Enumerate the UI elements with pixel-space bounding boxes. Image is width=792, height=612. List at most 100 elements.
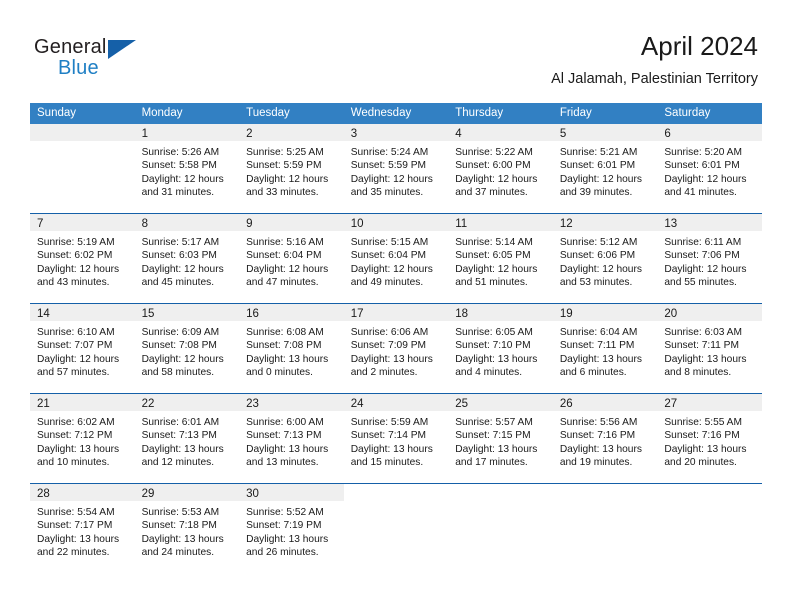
calendar-day-cell[interactable]: 8 Sunrise: 5:17 AM Sunset: 6:03 PM Daylight… [134,214,240,303]
sunset-text: Sunset: 6:01 PM [664,160,740,172]
daylight-text: and 45 minutes. [141,276,215,288]
day-number: 7 [37,218,44,230]
calendar-day-cell[interactable]: 17 Sunrise: 6:06 AM Sunset: 7:09 PM Dayligh… [343,304,449,393]
daylight-text: Daylight: 12 hours [455,263,538,275]
calendar-day-cell[interactable]: 11 Sunrise: 5:14 AM Sunset: 6:05 PM Dayligh… [448,214,553,303]
calendar-day-cell[interactable]: 29 Sunrise: 5:53 AM Sunset: 7:18 PM Dayligh… [134,484,240,573]
daylight-text: Daylight: 13 hours [141,443,224,455]
daylight-text: and 39 minutes. [559,186,633,198]
calendar-day-cell[interactable]: 27 Sunrise: 5:55 AM Sunset: 7:16 PM Dayligh… [657,394,762,483]
calendar-page: General Blue April 2024 Al Jalamah, Pale… [0,0,792,612]
day-number-band: 16 [239,304,344,321]
sunset-text: Sunset: 7:11 PM [559,340,635,352]
day-details: Sunrise: 5:16 AM Sunset: 6:04 PM Daylight:… [239,231,344,289]
calendar-day-cell[interactable]: 2 Sunrise: 5:25 AM Sunset: 5:59 PM Daylight… [239,124,344,213]
calendar-day-cell[interactable]: 6 Sunrise: 5:20 AM Sunset: 6:01 PM Daylight… [657,124,762,213]
daylight-text: Daylight: 13 hours [664,443,747,455]
weekday-header-saturday: Saturday [664,107,711,119]
daylight-text: Daylight: 13 hours [37,443,120,455]
calendar-day-cell[interactable]: 21 Sunrise: 6:02 AM Sunset: 7:12 PM Dayligh… [30,394,135,483]
calendar-day-cell[interactable]: 1 Sunrise: 5:26 AM Sunset: 5:58 PM Daylight… [134,124,240,213]
day-number-band [553,484,658,501]
calendar-day-cell[interactable]: 18 Sunrise: 6:05 AM Sunset: 7:10 PM Dayligh… [448,304,553,393]
calendar-day-cell[interactable]: 10 Sunrise: 5:15 AM Sunset: 6:04 PM Dayligh… [343,214,449,303]
day-details: Sunrise: 6:05 AM Sunset: 7:10 PM Daylight:… [448,321,553,379]
calendar-day-cell[interactable]: 28 Sunrise: 5:54 AM Sunset: 7:17 PM Dayligh… [30,484,135,573]
daylight-text: Daylight: 13 hours [664,353,747,365]
day-number-band: 18 [448,304,553,321]
calendar-day-cell[interactable]: 30 Sunrise: 5:52 AM Sunset: 7:19 PM Dayligh… [239,484,344,573]
day-number: 17 [350,308,364,320]
calendar-day-cell[interactable]: 22 Sunrise: 6:01 AM Sunset: 7:13 PM Dayligh… [134,394,240,483]
calendar-day-cell[interactable]: 23 Sunrise: 6:00 AM Sunset: 7:13 PM Dayligh… [239,394,344,483]
title-block: April 2024 Al Jalamah, Palestinian Terri… [551,30,758,88]
sunrise-text: Sunrise: 5:56 AM [559,417,638,428]
day-number-band: 14 [30,304,135,321]
calendar-day-cell[interactable]: 4 Sunrise: 5:22 AM Sunset: 6:00 PM Daylight… [448,124,553,213]
sunset-text: Sunset: 7:16 PM [664,430,740,442]
sunset-text: Sunset: 7:09 PM [350,340,427,352]
calendar-day-cell[interactable]: 16 Sunrise: 6:08 AM Sunset: 7:08 PM Dayligh… [239,304,344,393]
day-number-band: 27 [657,394,762,411]
sunset-text: Sunset: 6:04 PM [246,250,322,262]
calendar-day-cell[interactable]: 14 Sunrise: 6:10 AM Sunset: 7:07 PM Dayligh… [30,304,135,393]
day-number: 3 [350,128,358,140]
brand-name-blue: Blue [58,57,99,79]
day-number-band [344,484,449,501]
sunrise-text: Sunrise: 5:21 AM [559,147,638,158]
sunset-text: Sunset: 7:10 PM [455,340,531,352]
sunrise-text: Sunrise: 5:17 AM [141,237,220,248]
weekday-header-wednesday: Wednesday [350,107,412,119]
daylight-text: and 17 minutes. [455,456,528,468]
sunrise-text: Sunrise: 6:04 AM [559,327,638,338]
daylight-text: Daylight: 13 hours [455,353,538,365]
day-number: 9 [246,218,253,230]
calendar-day-cell[interactable]: 3 Sunrise: 5:24 AM Sunset: 5:59 PM Daylight… [343,124,449,213]
daylight-text: Daylight: 13 hours [559,443,642,455]
calendar-day-cell[interactable]: 15 Sunrise: 6:09 AM Sunset: 7:08 PM Dayligh… [134,304,240,393]
calendar-day-cell[interactable]: 25 Sunrise: 5:57 AM Sunset: 7:15 PM Dayligh… [448,394,553,483]
day-number: 14 [37,308,50,320]
day-number: 20 [664,308,678,320]
day-number: 13 [664,218,678,230]
day-number-band: 13 [657,214,762,231]
weekday-header-sunday: Sunday [37,107,77,119]
calendar-day-cell[interactable]: 20 Sunrise: 6:03 AM Sunset: 7:11 PM Dayligh… [657,304,762,393]
day-number: 28 [37,488,50,500]
day-number-band: 5 [552,124,658,141]
sunset-text: Sunset: 7:11 PM [664,340,739,352]
day-number-band: 22 [134,394,240,411]
day-number-band [30,124,135,141]
day-details: Sunrise: 6:00 AM Sunset: 7:13 PM Daylight:… [239,411,344,469]
daylight-text: and 33 minutes. [246,186,319,198]
sunrise-text: Sunrise: 5:57 AM [455,417,533,428]
sunset-text: Sunset: 6:04 PM [350,250,427,262]
generalblue-logo[interactable]: General Blue [34,36,164,84]
sunset-text: Sunset: 6:02 PM [37,250,113,262]
sunset-text: Sunset: 5:58 PM [141,160,217,172]
calendar-day-cell[interactable]: 9 Sunrise: 5:16 AM Sunset: 6:04 PM Daylight… [239,214,344,303]
calendar-day-cell[interactable]: 13 Sunrise: 6:11 AM Sunset: 7:06 PM Dayligh… [657,214,762,303]
day-number: 25 [455,398,469,410]
daylight-text: Daylight: 12 hours [141,353,224,365]
calendar-day-cell[interactable]: 7 Sunrise: 5:19 AM Sunset: 6:02 PM Daylight… [30,214,135,303]
calendar-week-row: 1 Sunrise: 5:26 AM Sunset: 5:58 PM Daylight… [30,124,762,213]
day-number: 21 [37,398,50,410]
day-details: Sunrise: 6:01 AM Sunset: 7:13 PM Daylight:… [135,411,240,469]
daylight-text: and 24 minutes. [141,546,215,558]
day-number: 23 [246,398,259,410]
calendar-day-cell[interactable]: 5 Sunrise: 5:21 AM Sunset: 6:01 PM Daylight… [552,124,658,213]
sunset-text: Sunset: 7:12 PM [37,430,113,442]
day-details: Sunrise: 5:55 AM Sunset: 7:16 PM Daylight:… [657,411,762,469]
calendar-day-cell[interactable]: 12 Sunrise: 5:12 AM Sunset: 6:06 PM Dayligh… [552,214,658,303]
sunrise-text: Sunrise: 5:24 AM [350,147,429,158]
daylight-text: Daylight: 12 hours [350,263,433,275]
calendar-day-cell[interactable]: 24 Sunrise: 5:59 AM Sunset: 7:14 PM Dayligh… [343,394,449,483]
page-header: General Blue April 2024 Al Jalamah, Pale… [0,0,792,103]
calendar-weeks: 1 Sunrise: 5:26 AM Sunset: 5:58 PM Daylight… [30,124,762,573]
day-number-band: 3 [343,124,449,141]
calendar-day-cell[interactable]: 26 Sunrise: 5:56 AM Sunset: 7:16 PM Dayligh… [552,394,658,483]
calendar-day-cell[interactable]: 19 Sunrise: 6:04 AM Sunset: 7:11 PM Dayligh… [552,304,658,393]
day-details: Sunrise: 5:52 AM Sunset: 7:19 PM Daylight:… [239,501,344,559]
daylight-text: and 10 minutes. [37,456,110,468]
